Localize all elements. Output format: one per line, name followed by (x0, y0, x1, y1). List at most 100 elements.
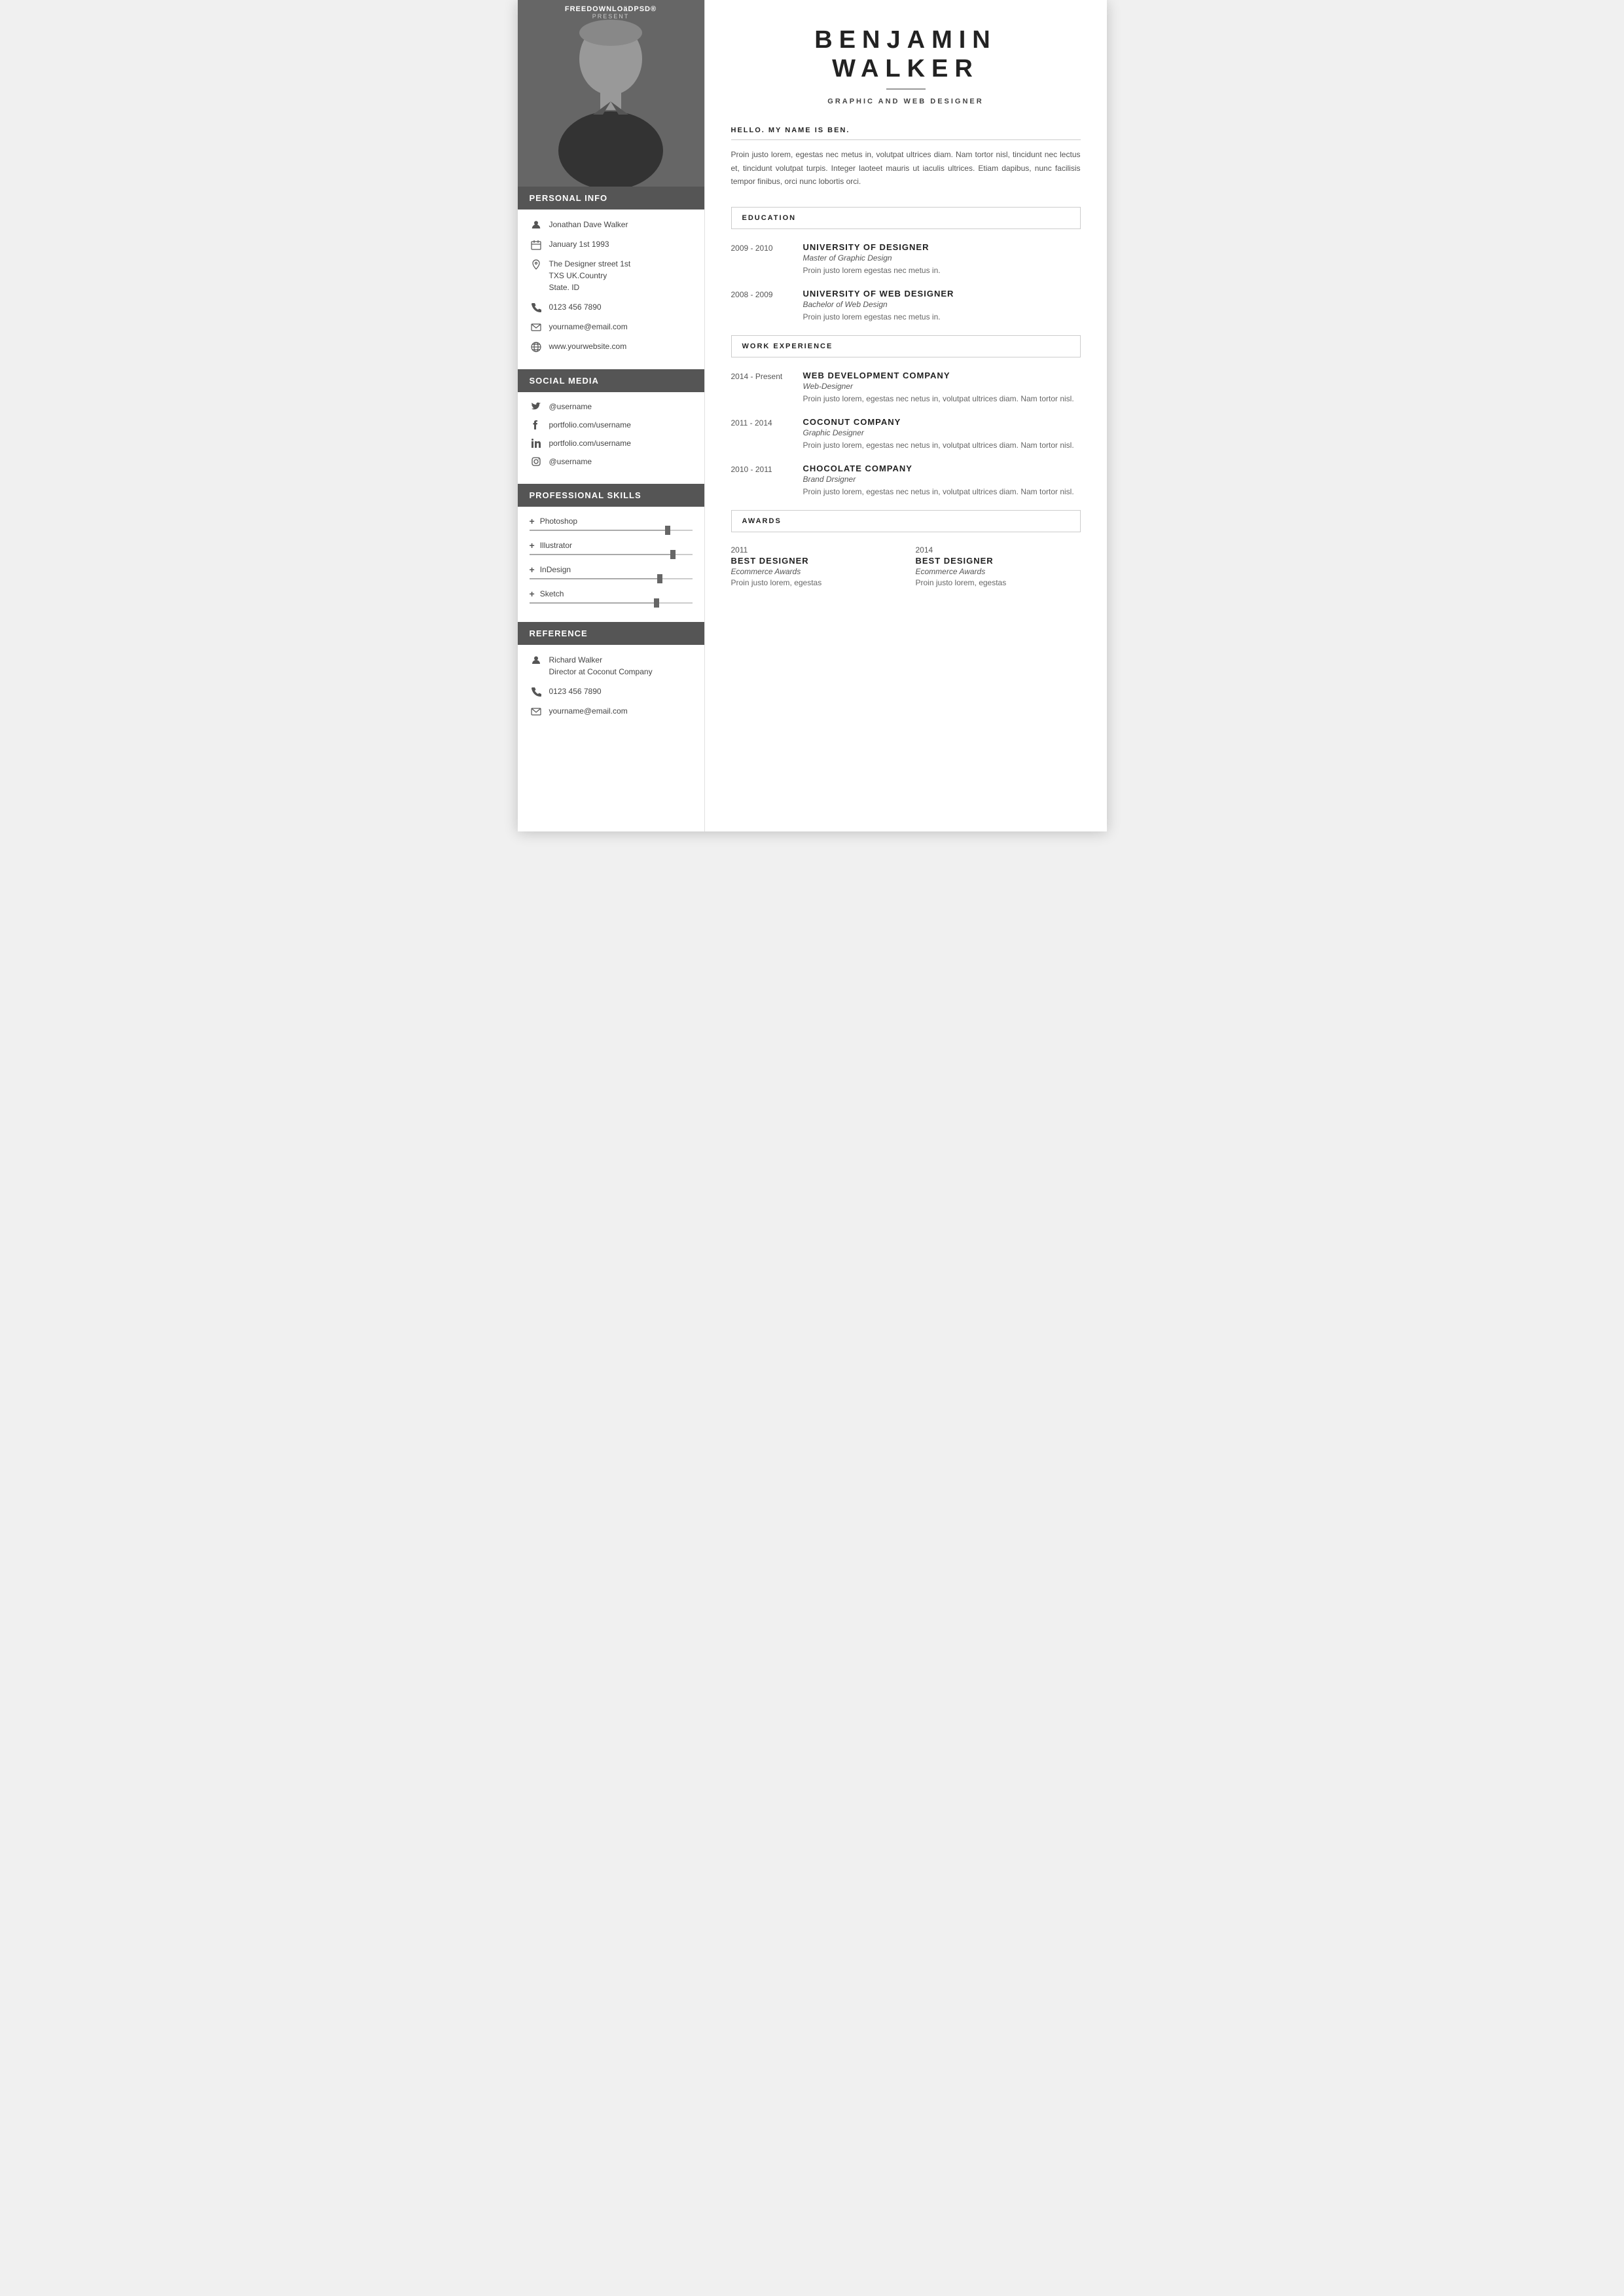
skill-plus-icon-4: + (530, 589, 535, 599)
ref-name-text: Richard Walker Director at Coconut Compa… (549, 654, 653, 678)
work-desc-1: Proin justo lorem, egestas nec netus in,… (803, 393, 1081, 405)
edu-desc-2: Proin justo lorem egestas nec metus in. (803, 311, 1081, 323)
work-entry-2: 2011 - 2014 COCONUT COMPANY Graphic Desi… (731, 417, 1081, 452)
skill-indesign: + InDesign (530, 564, 693, 579)
address-text: The Designer street 1st TXS UK.Country S… (549, 258, 631, 293)
brand-tagline: PRESENT (518, 13, 704, 20)
work-role-1: Web-Designer (803, 382, 1081, 391)
first-name: BENJAMIN (731, 26, 1081, 55)
person-icon (530, 220, 543, 230)
website-item: www.yourwebsite.com (530, 340, 693, 352)
personal-info-header: PERSONAL INFO (518, 187, 704, 210)
globe-icon (530, 342, 543, 352)
education-section: EDUCATION (731, 207, 1081, 229)
work-year-3: 2010 - 2011 (731, 464, 790, 498)
skill-photoshop-label: Photoshop (540, 517, 577, 526)
photo-area: FREEDOWNLOäDPSD® PRESENT (518, 0, 704, 187)
work-year-1: 2014 - Present (731, 371, 790, 405)
dob-item: January 1st 1993 (530, 238, 693, 250)
awards-title: AWARDS (742, 517, 1070, 525)
skill-sketch: + Sketch (530, 589, 693, 604)
work-experience-title: WORK EXPERIENCE (742, 342, 1070, 350)
work-company-1: WEB DEVELOPMENT COMPANY (803, 371, 1081, 380)
work-experience-entries: 2014 - Present WEB DEVELOPMENT COMPANY W… (731, 371, 1081, 499)
work-company-2: COCONUT COMPANY (803, 417, 1081, 427)
ref-email-item: yourname@email.com (530, 705, 693, 717)
education-title: EDUCATION (742, 214, 1070, 222)
skills-header: PROFESSIONAL SKILLS (518, 484, 704, 507)
social-media-header: SOCIAL MEDIA (518, 369, 704, 392)
skill-illustrator-bar (530, 554, 693, 555)
facebook-item: portfolio.com/username (530, 420, 693, 430)
phone-item: 0123 456 7890 (530, 301, 693, 313)
award-org-2: Ecommerce Awards (916, 567, 1081, 576)
award-desc-1: Proin justo lorem, egestas (731, 578, 896, 587)
work-details-3: CHOCOLATE COMPANY Brand Drsigner Proin j… (803, 464, 1081, 498)
reference-content: Richard Walker Director at Coconut Compa… (518, 645, 704, 734)
work-entry-3: 2010 - 2011 CHOCOLATE COMPANY Brand Drsi… (731, 464, 1081, 498)
brand-overlay: FREEDOWNLOäDPSD® PRESENT (518, 5, 704, 20)
resume-name: BENJAMIN WALKER (731, 26, 1081, 83)
work-company-3: CHOCOLATE COMPANY (803, 464, 1081, 473)
instagram-icon (530, 456, 543, 467)
calendar-icon (530, 240, 543, 250)
skill-plus-icon: + (530, 516, 535, 526)
work-entry-1: 2014 - Present WEB DEVELOPMENT COMPANY W… (731, 371, 1081, 405)
work-desc-3: Proin justo lorem, egestas nec netus in,… (803, 486, 1081, 498)
resume-title-section: GRAPHIC AND WEB DESIGNER (731, 88, 1081, 107)
twitter-item: @username (530, 401, 693, 412)
main-content: BENJAMIN WALKER GRAPHIC AND WEB DESIGNER… (704, 0, 1107, 831)
facebook-icon (530, 420, 543, 430)
email-icon (530, 322, 543, 333)
edu-desc-1: Proin justo lorem egestas nec metus in. (803, 264, 1081, 277)
address-item: The Designer street 1st TXS UK.Country S… (530, 258, 693, 293)
skill-photoshop-bar (530, 530, 693, 531)
edu-year-1: 2009 - 2010 (731, 242, 790, 277)
edu-institution-1: UNIVERSITY OF DESIGNER (803, 242, 1081, 252)
ref-phone-icon (530, 687, 543, 697)
ref-person-icon (530, 655, 543, 666)
skill-sketch-bar (530, 602, 693, 604)
intro-body: Proin justo lorem, egestas nec metus in,… (731, 148, 1081, 188)
personal-info-content: Jonathan Dave Walker January 1st 1993 Th… (518, 210, 704, 369)
resume-page: FREEDOWNLOäDPSD® PRESENT PERSONAL (518, 0, 1107, 831)
email-text: yourname@email.com (549, 321, 628, 333)
instagram-item: @username (530, 456, 693, 467)
edu-details-2: UNIVERSITY OF WEB DESIGNER Bachelor of W… (803, 289, 1081, 323)
award-1: 2011 BEST DESIGNER Ecommerce Awards Proi… (731, 545, 896, 587)
skill-indesign-label: InDesign (540, 565, 571, 574)
skill-plus-icon-2: + (530, 540, 535, 551)
skill-plus-icon-3: + (530, 564, 535, 575)
title-divider (886, 88, 926, 90)
facebook-text: portfolio.com/username (549, 420, 631, 429)
award-year-2: 2014 (916, 545, 1081, 555)
ref-phone-text: 0123 456 7890 (549, 685, 602, 697)
work-role-3: Brand Drsigner (803, 475, 1081, 484)
email-item: yourname@email.com (530, 321, 693, 333)
education-entry-1: 2009 - 2010 UNIVERSITY OF DESIGNER Maste… (731, 242, 1081, 277)
website-text: www.yourwebsite.com (549, 340, 627, 352)
awards-grid: 2011 BEST DESIGNER Ecommerce Awards Proi… (731, 545, 1081, 587)
edu-institution-2: UNIVERSITY OF WEB DESIGNER (803, 289, 1081, 299)
edu-year-2: 2008 - 2009 (731, 289, 790, 323)
ref-phone-item: 0123 456 7890 (530, 685, 693, 697)
name-text: Jonathan Dave Walker (549, 219, 628, 230)
work-year-2: 2011 - 2014 (731, 417, 790, 452)
greeting-text: HELLO. MY NAME IS BEN. (731, 126, 1081, 140)
linkedin-icon (530, 438, 543, 448)
award-org-1: Ecommerce Awards (731, 567, 896, 576)
edu-degree-1: Master of Graphic Design (803, 253, 1081, 263)
name-item: Jonathan Dave Walker (530, 219, 693, 230)
ref-name-item: Richard Walker Director at Coconut Compa… (530, 654, 693, 678)
sidebar: FREEDOWNLOäDPSD® PRESENT PERSONAL (518, 0, 704, 831)
work-desc-2: Proin justo lorem, egestas nec netus in,… (803, 439, 1081, 452)
work-experience-section: WORK EXPERIENCE (731, 335, 1081, 357)
skill-sketch-label: Sketch (540, 589, 564, 598)
twitter-icon (530, 401, 543, 412)
awards-section: AWARDS (731, 510, 1081, 532)
ref-email-icon (530, 706, 543, 717)
linkedin-text: portfolio.com/username (549, 439, 631, 448)
brand-name: FREEDOWNLOäDPSD® (518, 5, 704, 13)
phone-icon (530, 302, 543, 313)
edu-details-1: UNIVERSITY OF DESIGNER Master of Graphic… (803, 242, 1081, 277)
